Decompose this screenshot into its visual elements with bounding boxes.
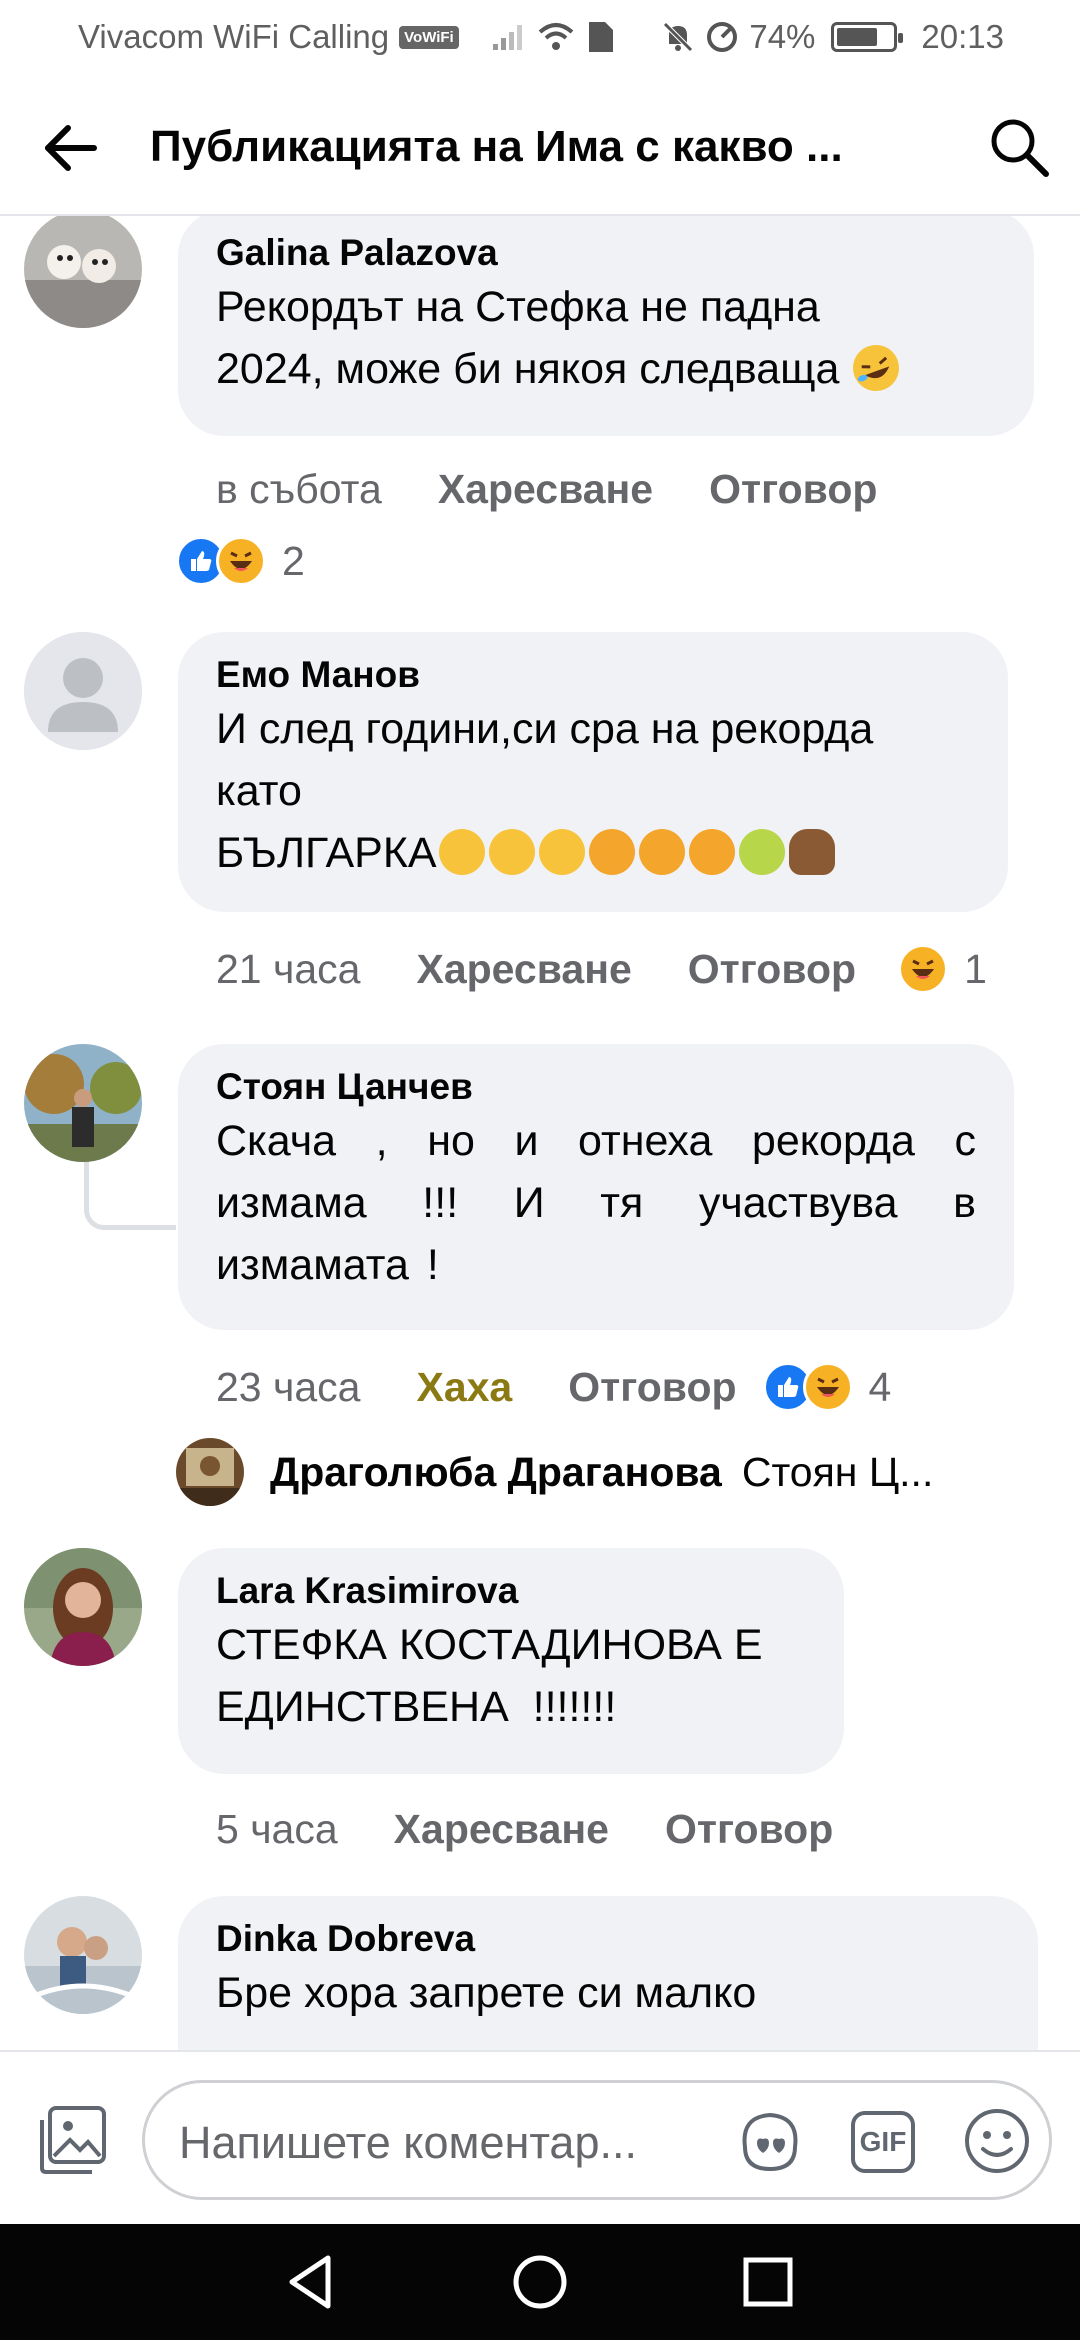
comment-time: 5 часа [216, 1806, 338, 1852]
battery-fill [837, 28, 878, 46]
mute-bell-icon [663, 22, 694, 52]
comment-text-line: ЕДИНСТВЕНА !!!!!!! [216, 1683, 617, 1731]
comment-text-line: БЪЛГАРКА [216, 822, 970, 884]
back-arrow-icon[interactable] [40, 118, 100, 178]
comment-author[interactable]: Стоян Цанчев [216, 1064, 976, 1110]
pouting-face-icon [638, 829, 685, 875]
photo-icon[interactable] [36, 2104, 108, 2176]
status-bar: Vivacom WiFi Calling VoWiFi 74% 20:13 [0, 0, 1080, 80]
vowifi-badge: VoWiFi [399, 25, 459, 49]
reply-preview[interactable]: Драголюба Драганова Стоян Ц... [176, 1438, 933, 1506]
comment-text: Скача , но и отнеха рекорда с измама !!!… [216, 1117, 976, 1289]
avatar[interactable] [24, 216, 142, 328]
comment-time: 23 часа [216, 1363, 361, 1410]
reply-thread-line [84, 1162, 176, 1230]
system-navigation-bar [0, 2224, 1080, 2340]
comments-list[interactable]: Galina Palazova Рекордът на Стефка не па… [0, 216, 1080, 2050]
reply-author[interactable]: Драголюба Драганова [270, 1449, 722, 1496]
sleepy-face-icon [438, 829, 485, 875]
reply-button[interactable]: Отговор [568, 1364, 736, 1411]
sleepy-face-icon [488, 829, 535, 875]
comment-time: 21 часа [216, 945, 361, 992]
carrier-name: Vivacom WiFi Calling [78, 18, 390, 55]
page-title: Публикацията на Има с какво ... [150, 122, 843, 171]
reaction-count: 2 [282, 537, 305, 584]
comment-input[interactable]: Напишете коментар... GIF [142, 2080, 1052, 2200]
comment-bubble: Dinka Dobreva Бре хора запрете си малко [178, 1896, 1038, 2050]
like-button[interactable]: Харесване [416, 946, 631, 993]
home-circle-icon[interactable] [510, 2252, 570, 2312]
comment-meta: 21 часа Харесване Отговор 1 [216, 944, 987, 994]
app-bar: Публикацията на Има с какво ... [0, 80, 1080, 216]
avatar[interactable] [24, 1044, 142, 1162]
emoji-icon[interactable] [961, 2105, 1033, 2177]
comment-text-segment: БЪЛГАРКА [216, 829, 437, 877]
comment-meta: 5 часа Харесване Отговор [216, 1806, 833, 1853]
comment-author[interactable]: Емо Манов [216, 652, 970, 698]
rolling-on-floor-laughing-icon [846, 338, 906, 398]
comment-text-line: Рекордът на Стефка не падна [216, 283, 820, 331]
reaction-count: 4 [868, 1363, 892, 1410]
reply-button[interactable]: Отговор [709, 466, 877, 513]
pouting-face-icon [688, 829, 735, 875]
battery-icon [831, 22, 904, 52]
back-triangle-icon[interactable] [282, 2252, 342, 2312]
comment-text: Бре хора запрете си малко [216, 1962, 1000, 2024]
wifi-icon [539, 23, 574, 50]
avatar[interactable] [24, 632, 142, 750]
comment-time: в събота [216, 466, 382, 512]
like-button[interactable]: Харесване [394, 1806, 609, 1853]
comment-bubble: Емо Манов И след години,си сра на рекорд… [178, 632, 1008, 912]
reaction-summary[interactable]: 1 [898, 944, 987, 994]
avatar[interactable] [24, 1548, 142, 1666]
comment-text: СТЕФКА КОСТАДИНОВА Е ЕДИНСТВЕНА !!!!!!! [216, 1614, 806, 1738]
comment-text: Рекордът на Стефка не падна 2024, може б… [216, 276, 996, 400]
comment-text-line: Бре хора запрете си малко [216, 1969, 757, 2017]
search-icon[interactable] [986, 114, 1052, 180]
comment-composer: Напишете коментар... GIF [0, 2050, 1080, 2224]
comment-meta: 23 часа Хаха Отговор 4 [216, 1362, 891, 1412]
gif-button[interactable]: GIF [851, 2111, 915, 2173]
avatar-sticker-icon[interactable] [735, 2107, 805, 2177]
haha-reaction-icon [802, 1362, 853, 1412]
sleepy-face-icon [538, 829, 585, 875]
battery-percent: 74% [749, 18, 816, 55]
comment-meta: в събота Харесване Отговор [216, 466, 877, 513]
comment-author[interactable]: Galina Palazova [216, 230, 996, 276]
speedometer-icon [707, 22, 738, 52]
nauseated-face-icon [738, 829, 785, 875]
reaction-summary[interactable]: 4 [762, 1362, 892, 1412]
comment-text-line: И след години,си сра на рекорда [216, 705, 874, 753]
avatar[interactable] [24, 1896, 142, 2014]
like-button[interactable]: Харесване [438, 466, 653, 513]
reaction-count: 1 [964, 945, 987, 992]
recents-square-icon[interactable] [738, 2252, 798, 2312]
haha-reaction-icon [216, 536, 266, 586]
comment-text-line: 2024, може би някоя следваща [216, 338, 996, 400]
avatar [176, 1438, 244, 1506]
comment-author[interactable]: Dinka Dobreva [216, 1916, 1000, 1962]
signal-icon [493, 25, 523, 50]
comment-text: И след години,си сра на рекорда като БЪЛ… [216, 698, 970, 884]
comment-bubble: Galina Palazova Рекордът на Стефка не па… [178, 216, 1034, 436]
comment-bubble: Lara Krasimirova СТЕФКА КОСТАДИНОВА Е ЕД… [178, 1548, 844, 1774]
reply-button[interactable]: Отговор [665, 1806, 833, 1853]
clock: 20:13 [921, 18, 1004, 55]
pouting-face-icon [588, 829, 635, 875]
haha-reaction-icon [898, 944, 949, 994]
comment-bubble: Стоян Цанчев Скача , но и отнеха рекорда… [178, 1044, 1014, 1330]
sim-card-icon [589, 22, 614, 52]
comment-input-placeholder: Напишете коментар... [179, 2117, 637, 2168]
reply-button[interactable]: Отговор [688, 946, 856, 993]
comment-text-line: СТЕФКА КОСТАДИНОВА Е [216, 1621, 763, 1669]
comment-author[interactable]: Lara Krasimirova [216, 1568, 806, 1614]
pile-of-poo-icon [788, 829, 835, 875]
comment-text-segment: 2024, може би някоя следваща [216, 345, 840, 393]
reply-text: Стоян Ц... [741, 1448, 934, 1495]
haha-button[interactable]: Хаха [416, 1364, 512, 1411]
reaction-summary[interactable]: 2 [176, 536, 305, 586]
comment-text-line: като [216, 767, 302, 815]
